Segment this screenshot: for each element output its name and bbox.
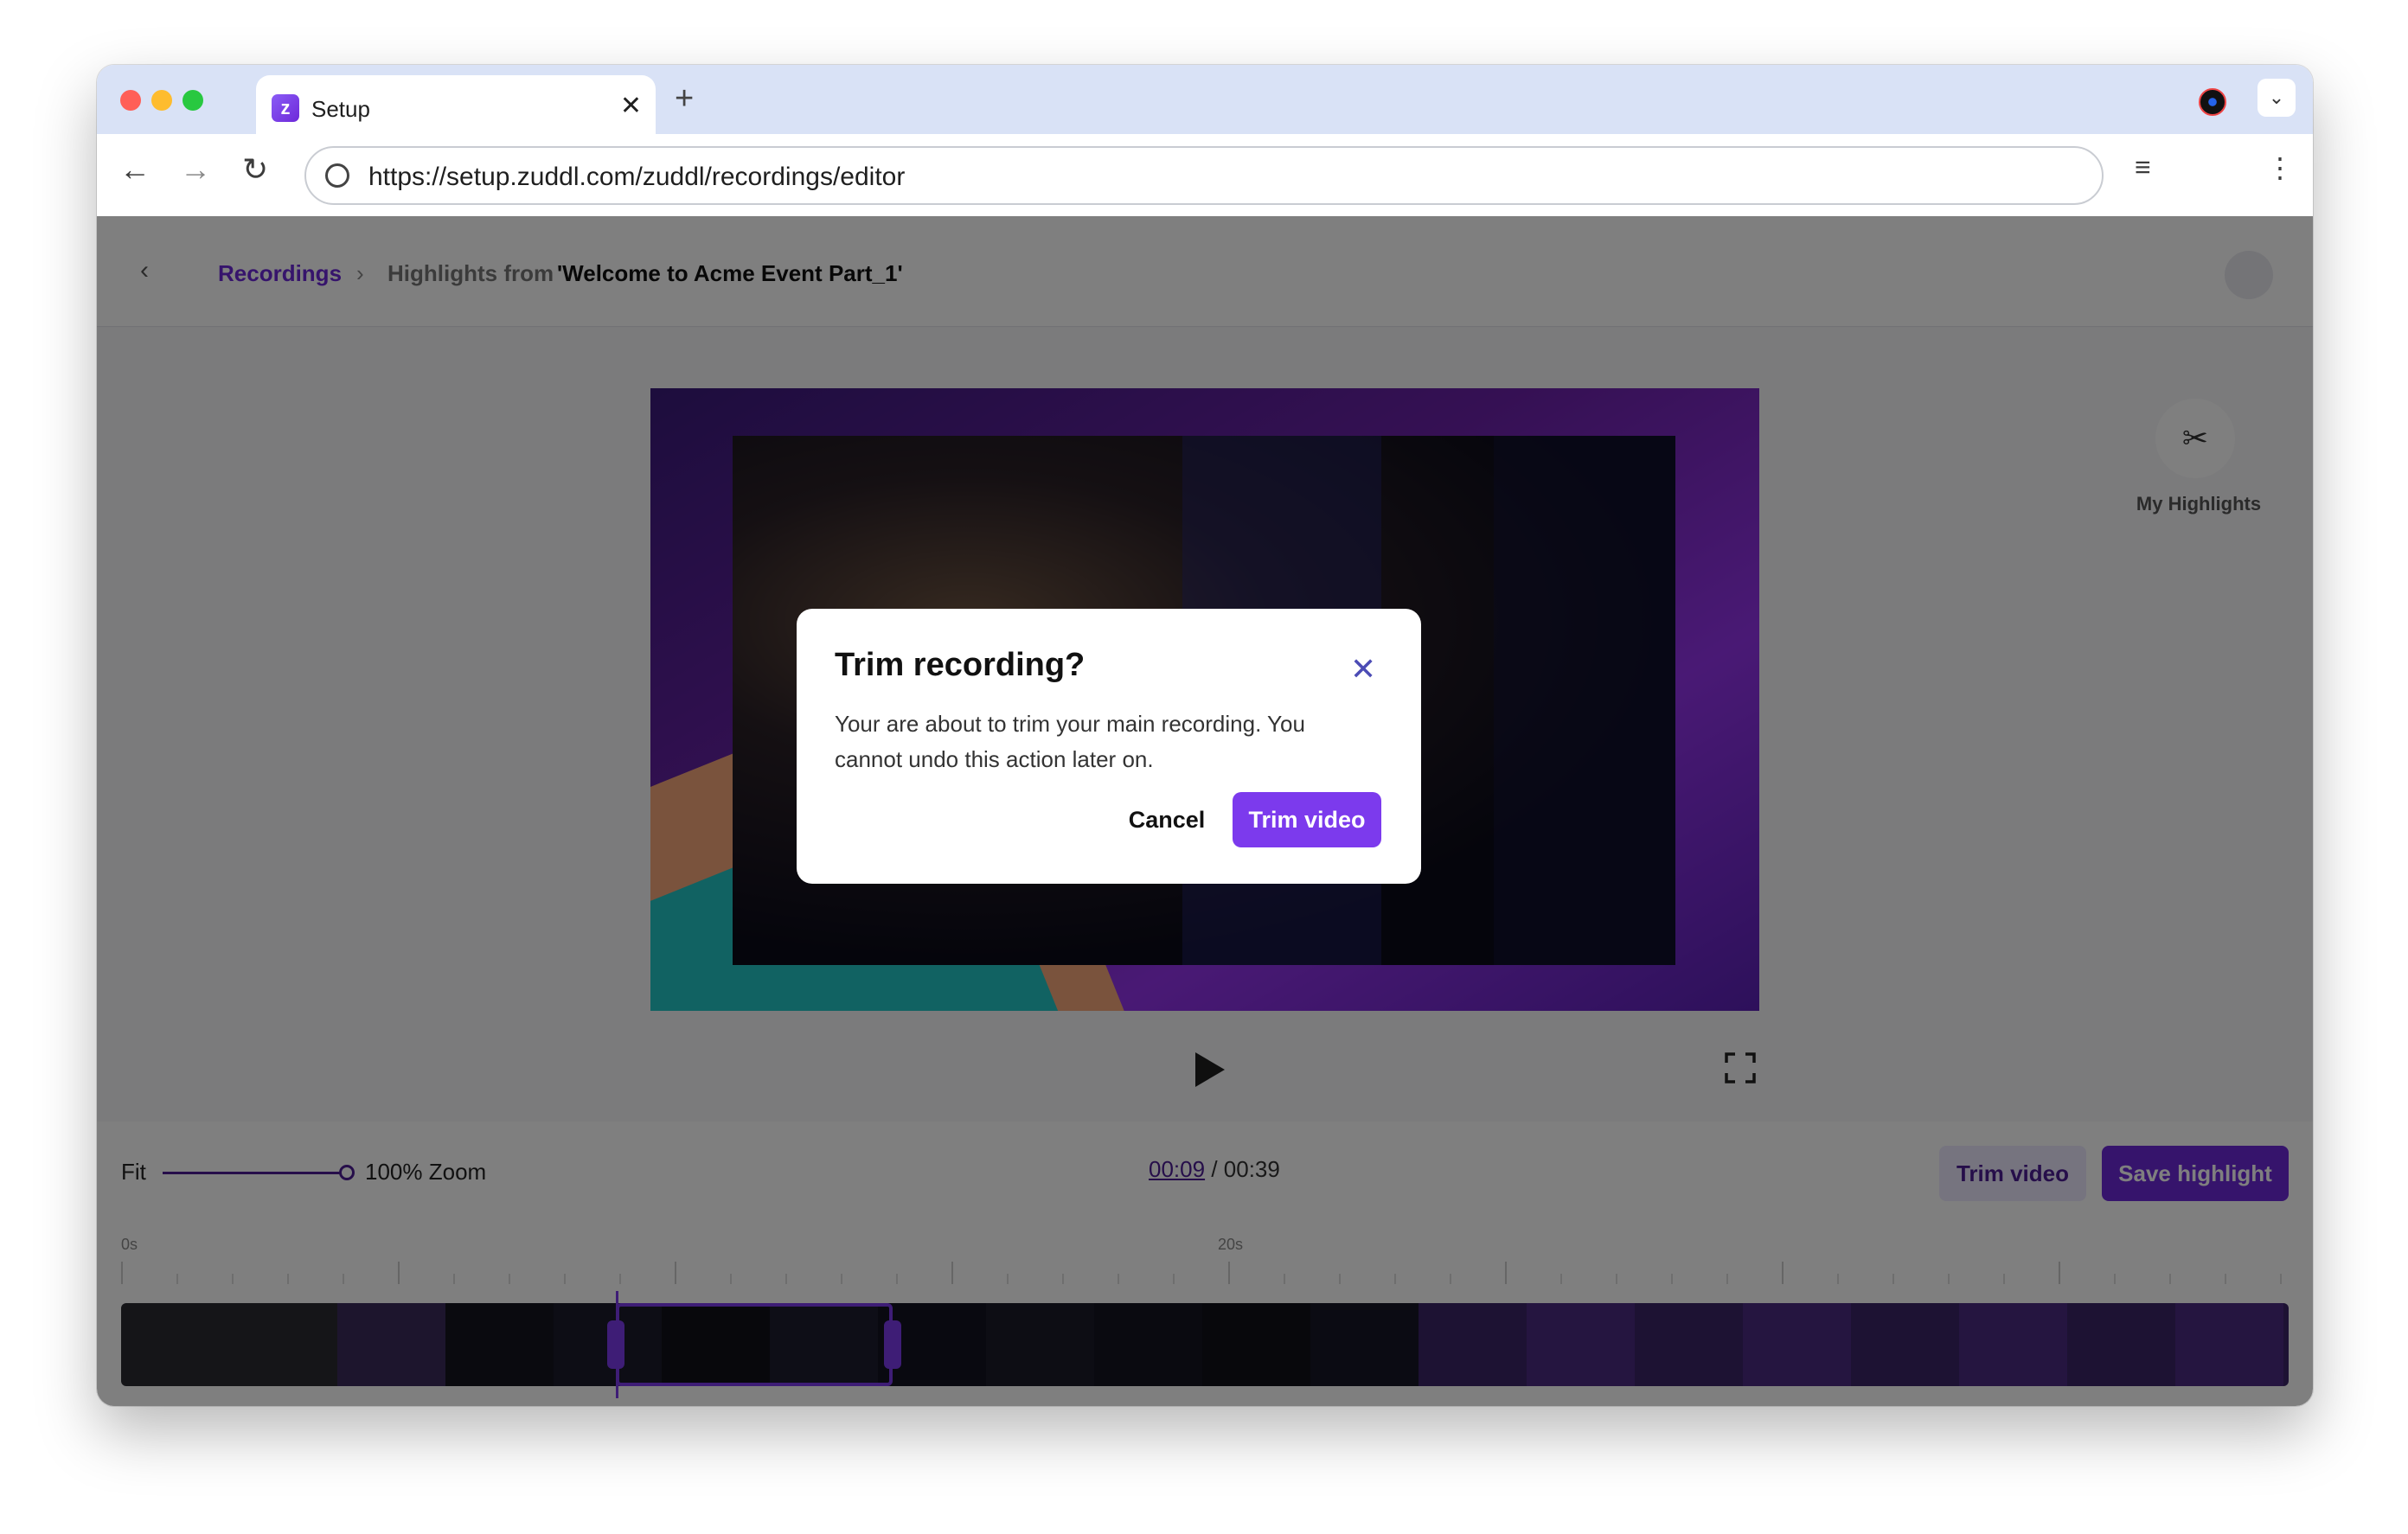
new-tab-icon[interactable]: + — [675, 80, 694, 118]
reload-icon[interactable]: ↻ — [242, 151, 268, 188]
close-tab-icon[interactable]: ✕ — [620, 91, 642, 121]
profile-avatar-icon[interactable] — [2199, 88, 2226, 116]
site-info-icon[interactable] — [325, 163, 349, 188]
maximize-window-button[interactable] — [183, 90, 203, 111]
tab-bar: z Setup ✕ + ⌄ — [97, 65, 2313, 134]
more-menu-icon[interactable]: ⋮ — [2266, 151, 2294, 184]
back-arrow-icon[interactable]: ← — [119, 151, 150, 188]
cancel-button[interactable]: Cancel — [1117, 792, 1217, 847]
forward-arrow-icon[interactable]: → — [180, 151, 211, 188]
close-window-button[interactable] — [120, 90, 141, 111]
dialog-title: Trim recording? — [835, 647, 1086, 683]
close-icon[interactable]: ✕ — [1350, 654, 1376, 685]
url-text: https://setup.zuddl.com/zuddl/recordings… — [368, 163, 906, 191]
tab-search-chevron-icon[interactable]: ⌄ — [2258, 79, 2296, 117]
address-bar[interactable]: https://setup.zuddl.com/zuddl/recordings… — [304, 146, 2104, 205]
browser-toolbar: ← → ↻ https://setup.zuddl.com/zuddl/reco… — [97, 134, 2313, 216]
zuddl-favicon-icon: z — [272, 94, 299, 122]
minimize-window-button[interactable] — [151, 90, 172, 111]
trim-confirm-dialog: Trim recording? ✕ Your are about to trim… — [797, 609, 1421, 884]
dialog-message: Your are about to trim your main recordi… — [835, 711, 1305, 772]
trim-video-confirm-button[interactable]: Trim video — [1233, 792, 1381, 847]
tab-title: Setup — [311, 96, 370, 122]
browser-tab[interactable]: z Setup ✕ — [256, 75, 656, 134]
media-controls-icon[interactable]: ≡ — [2135, 151, 2151, 183]
